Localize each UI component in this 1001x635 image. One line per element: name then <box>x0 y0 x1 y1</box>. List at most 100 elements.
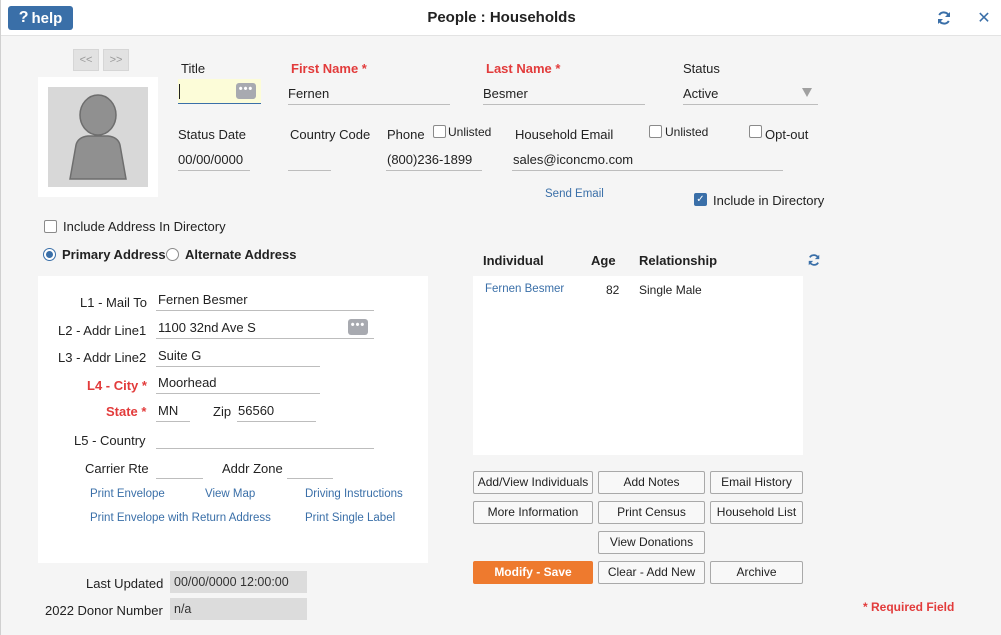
individuals-grid: Fernen Besmer 82 Single Male <box>473 276 803 455</box>
include-address-checkbox[interactable] <box>44 220 57 233</box>
person-silhouette-icon <box>69 94 127 180</box>
archive-button[interactable]: Archive <box>710 561 803 584</box>
zip-label: Zip <box>213 404 232 419</box>
clear-add-new-button[interactable]: Clear - Add New <box>598 561 705 584</box>
l1-input[interactable]: Fernen Besmer <box>158 292 248 307</box>
carrier-rte-underline <box>156 478 203 479</box>
l4-input[interactable]: Moorhead <box>158 375 217 390</box>
individual-relationship: Single Male <box>639 283 702 297</box>
l3-input[interactable]: Suite G <box>158 348 201 363</box>
phone-unlisted-checkbox[interactable] <box>433 125 446 138</box>
text-cursor <box>179 84 180 99</box>
add-notes-button[interactable]: Add Notes <box>598 471 705 494</box>
status-underline <box>683 104 818 105</box>
status-select[interactable]: Active <box>683 86 718 101</box>
opt-out-label: Opt-out <box>765 127 809 142</box>
last-name-underline <box>483 104 645 105</box>
column-header-age[interactable]: Age <box>591 253 616 268</box>
close-icon[interactable]: ✕ <box>976 8 992 27</box>
refresh-icon[interactable] <box>936 10 952 26</box>
window-title: People : Households <box>427 9 576 26</box>
previous-record-button[interactable]: << <box>73 49 99 71</box>
ellipsis-icon: ••• <box>238 83 254 95</box>
state-label: State * <box>106 404 147 419</box>
zip-input[interactable]: 56560 <box>238 403 274 418</box>
l4-underline <box>156 393 320 394</box>
l2-input[interactable]: 1100 32nd Ave S <box>158 320 256 335</box>
email-unlisted-label: Unlisted <box>665 125 709 139</box>
first-name-input[interactable]: Fernen <box>288 86 329 101</box>
phone-unlisted-label: Unlisted <box>448 125 492 139</box>
last-name-label: Last Name * <box>486 61 561 76</box>
phone-label: Phone <box>387 127 425 142</box>
title-label: Title <box>181 61 206 76</box>
household-list-button[interactable]: Household List <box>710 501 803 524</box>
first-name-label: First Name * <box>291 61 367 76</box>
donor-number-value: n/a <box>170 598 307 620</box>
last-updated-label: Last Updated <box>86 576 164 591</box>
individual-name-link[interactable]: Fernen Besmer <box>485 283 564 295</box>
donor-number-label: 2022 Donor Number <box>45 603 163 618</box>
column-header-relationship[interactable]: Relationship <box>639 253 717 268</box>
primary-address-radio[interactable] <box>43 248 56 261</box>
email-history-button[interactable]: Email History <box>710 471 803 494</box>
status-date-input[interactable]: 00/00/0000 <box>178 152 243 167</box>
status-date-label: Status Date <box>178 127 246 142</box>
household-email-label: Household Email <box>515 127 614 142</box>
individual-age: 82 <box>606 283 620 297</box>
column-header-individual[interactable]: Individual <box>483 253 544 268</box>
last-name-input[interactable]: Besmer <box>483 86 528 101</box>
l3-underline <box>156 366 320 367</box>
phone-underline <box>386 170 482 171</box>
l1-label: L1 - Mail To <box>80 295 147 310</box>
print-envelope-link[interactable]: Print Envelope <box>90 488 165 500</box>
title-lookup-button[interactable]: ••• <box>236 83 256 99</box>
carrier-rte-label: Carrier Rte <box>85 461 149 476</box>
country-code-label: Country Code <box>290 127 371 142</box>
title-input[interactable]: ••• <box>178 79 261 104</box>
next-record-button[interactable]: >> <box>103 49 129 71</box>
print-census-button[interactable]: Print Census <box>598 501 705 524</box>
l5-underline <box>156 448 374 449</box>
required-field-note: * Required Field <box>863 600 955 614</box>
alternate-address-label: Alternate Address <box>185 247 297 262</box>
l2-underline <box>156 338 374 339</box>
photo-frame[interactable] <box>38 77 158 197</box>
print-single-label-link[interactable]: Print Single Label <box>305 512 395 524</box>
country-code-underline <box>288 170 331 171</box>
more-information-button[interactable]: More Information <box>473 501 593 524</box>
l2-label: L2 - Addr Line1 <box>58 323 147 338</box>
households-window: ? help People : Households ✕ << >> Title… <box>0 0 1001 635</box>
modify-save-button[interactable]: Modify - Save <box>473 561 593 584</box>
addr-zone-label: Addr Zone <box>222 461 283 476</box>
add-view-individuals-button[interactable]: Add/View Individuals <box>473 471 593 494</box>
email-unlisted-checkbox[interactable] <box>649 125 662 138</box>
l1-underline <box>156 310 374 311</box>
view-map-link[interactable]: View Map <box>205 488 255 500</box>
address-lookup-button[interactable]: ••• <box>348 319 368 335</box>
phone-input[interactable]: (800)236-1899 <box>387 152 472 167</box>
household-email-underline <box>512 170 783 171</box>
send-email-link[interactable]: Send Email <box>545 188 604 200</box>
opt-out-checkbox[interactable] <box>749 125 762 138</box>
last-updated-value: 00/00/0000 12:00:00 <box>170 571 307 593</box>
ellipsis-icon: ••• <box>350 319 366 331</box>
avatar <box>48 87 148 187</box>
include-in-directory-label: Include in Directory <box>713 193 825 208</box>
state-input[interactable]: MN <box>158 403 178 418</box>
include-in-directory-checkbox[interactable]: ✓ <box>694 193 707 206</box>
driving-instructions-link[interactable]: Driving Instructions <box>305 488 403 500</box>
first-name-underline <box>288 104 450 105</box>
view-donations-button[interactable]: View Donations <box>598 531 705 554</box>
addr-zone-underline <box>287 478 333 479</box>
status-date-underline <box>178 170 250 171</box>
include-address-label: Include Address In Directory <box>63 219 226 234</box>
status-label: Status <box>683 61 720 76</box>
refresh-icon[interactable] <box>807 253 821 267</box>
title-bar: ? help People : Households ✕ <box>1 0 1001 36</box>
chevron-down-icon[interactable] <box>802 88 812 97</box>
print-envelope-return-link[interactable]: Print Envelope with Return Address <box>90 512 271 524</box>
alternate-address-radio[interactable] <box>166 248 179 261</box>
household-email-input[interactable]: sales@iconcmo.com <box>513 152 633 167</box>
l4-label: L4 - City * <box>87 378 147 393</box>
